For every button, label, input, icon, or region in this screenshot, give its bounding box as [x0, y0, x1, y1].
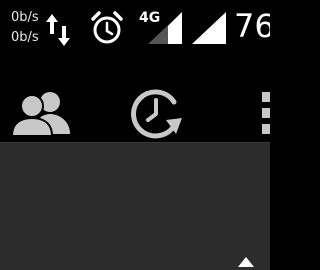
recents-icon — [131, 89, 182, 139]
tab-bar — [0, 60, 270, 142]
status-bar: 0b/s 0b/s 4G 76 — [0, 0, 270, 60]
data-transfer-icon — [46, 14, 70, 46]
tab-recents[interactable] — [96, 60, 216, 142]
more-icon — [262, 92, 270, 134]
tab-contacts[interactable] — [0, 60, 84, 142]
signal-strength-icon — [192, 12, 226, 44]
phone-screen: 0b/s 0b/s 4G 76 — [0, 0, 270, 270]
download-speed: 0b/s — [11, 30, 39, 45]
signal-4g-icon — [148, 12, 182, 44]
content-area — [0, 142, 270, 270]
upload-speed: 0b/s — [11, 10, 39, 25]
battery-level-text: 76 — [234, 7, 270, 45]
tab-more[interactable] — [246, 60, 270, 142]
scroll-up-indicator-icon — [238, 257, 254, 267]
contacts-icon — [10, 92, 70, 137]
alarm-icon — [91, 11, 123, 44]
